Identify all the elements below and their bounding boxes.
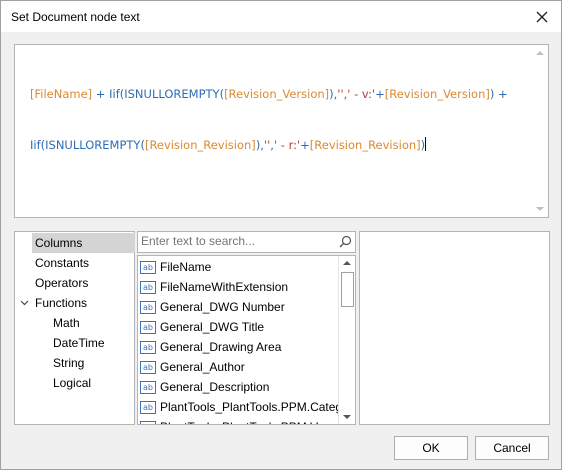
expression-token: + bbox=[300, 138, 310, 152]
category-label: Operators bbox=[35, 276, 89, 290]
column-item-label: FileNameWithExtension bbox=[160, 280, 289, 294]
search-icon[interactable] bbox=[339, 235, 352, 248]
column-item[interactable]: ab PlantTools_PlantTools.PPM.Categ... bbox=[140, 397, 352, 417]
category-label: Math bbox=[53, 316, 80, 330]
column-item-label: PlantTools_PlantTools.PPM.Categ... bbox=[160, 400, 353, 414]
column-item-label: General_Drawing Area bbox=[160, 340, 282, 354]
editor-scrollbar[interactable] bbox=[532, 45, 548, 217]
column-item[interactable]: ab General_Description bbox=[140, 377, 335, 397]
category-label: Constants bbox=[35, 256, 90, 270]
expression-token: Iif( bbox=[30, 138, 46, 152]
cancel-button[interactable]: Cancel bbox=[475, 436, 549, 460]
expression-text[interactable]: [FileName] + Iif(ISNULLOREMPTY([Revision… bbox=[30, 52, 525, 188]
column-item-label: General_DWG Number bbox=[160, 300, 285, 314]
expression-token: ' - r:' bbox=[273, 138, 301, 152]
category-label: String bbox=[53, 356, 85, 370]
category-item-columns[interactable]: Columns bbox=[32, 233, 135, 253]
expression-token: ' - v:' bbox=[347, 87, 376, 101]
description-panel bbox=[359, 231, 550, 425]
column-item-label: General_Description bbox=[160, 380, 270, 394]
close-button[interactable] bbox=[529, 5, 555, 29]
category-item-constants[interactable]: Constants bbox=[35, 253, 89, 273]
scroll-down-arrow-icon[interactable] bbox=[343, 415, 351, 419]
expression-token: ) + bbox=[489, 87, 508, 101]
text-field-icon: ab bbox=[140, 361, 156, 374]
scroll-up-arrow-icon[interactable] bbox=[343, 261, 351, 265]
columns-list-scrollbar[interactable] bbox=[338, 256, 355, 424]
expression-token: ISNULLOREMPTY( bbox=[45, 138, 145, 152]
column-item-label: General_DWG Title bbox=[160, 320, 265, 334]
expression-token: ), bbox=[255, 138, 264, 152]
category-item-math[interactable]: Math bbox=[53, 313, 80, 333]
expression-token: Iif( bbox=[109, 87, 125, 101]
ok-button[interactable]: OK bbox=[394, 436, 468, 460]
category-label: Functions bbox=[35, 296, 88, 310]
category-label: Logical bbox=[53, 376, 92, 390]
expression-line-1: [FileName] + Iif(ISNULLOREMPTY([Revision… bbox=[30, 86, 525, 103]
expression-line-2: Iif(ISNULLOREMPTY([Revision_Revision]),'… bbox=[30, 137, 525, 154]
column-item[interactable]: ab General_DWG Title bbox=[140, 317, 335, 337]
expression-token: [Revision_Version] bbox=[384, 87, 490, 101]
category-item-operators[interactable]: Operators bbox=[35, 273, 88, 293]
title-bar: Set Document node text bbox=[1, 1, 561, 32]
text-field-icon: ab bbox=[140, 341, 156, 354]
close-icon bbox=[536, 11, 548, 23]
column-item[interactable]: ab FileName bbox=[140, 257, 335, 277]
expression-token: ISNULLOREMPTY( bbox=[124, 87, 225, 101]
scroll-down-arrow-icon[interactable] bbox=[536, 207, 544, 211]
category-item-logical[interactable]: Logical bbox=[53, 373, 91, 393]
expression-token: [Revision_Revision] bbox=[309, 138, 421, 152]
text-field-icon: ab bbox=[140, 301, 156, 314]
expression-token: [FileName] bbox=[30, 87, 93, 101]
expression-editor[interactable]: [FileName] + Iif(ISNULLOREMPTY([Revision… bbox=[14, 44, 549, 218]
column-item[interactable]: ab PlantTools_PlantTools.PPM.Vers... bbox=[140, 417, 344, 424]
expression-token: + bbox=[92, 87, 110, 101]
column-item[interactable]: ab General_DWG Number bbox=[140, 297, 335, 317]
column-item[interactable]: ab FileNameWithExtension bbox=[140, 277, 335, 297]
columns-list[interactable]: ab FileName ab FileNameWithExtension ab Gener… bbox=[137, 255, 356, 425]
column-item[interactable]: ab General_Drawing Area bbox=[140, 337, 335, 357]
search-box[interactable] bbox=[137, 231, 356, 253]
category-item-string[interactable]: String bbox=[53, 353, 84, 373]
column-item[interactable]: ab General_Author bbox=[140, 357, 335, 377]
expression-token: + bbox=[375, 87, 385, 101]
text-caret bbox=[425, 137, 427, 151]
category-item-functions[interactable]: Functions bbox=[20, 293, 88, 313]
expression-token: [Revision_Revision] bbox=[144, 138, 256, 152]
text-field-icon: ab bbox=[140, 321, 156, 334]
scroll-up-arrow-icon[interactable] bbox=[536, 51, 544, 55]
category-label: Columns bbox=[35, 236, 83, 250]
text-field-icon: ab bbox=[140, 421, 156, 424]
category-label: DateTime bbox=[53, 336, 105, 350]
column-item-label: General_Author bbox=[160, 360, 245, 374]
search-input[interactable] bbox=[141, 233, 331, 249]
category-tree[interactable]: Columns Constants Operators Functions Math Da… bbox=[14, 231, 135, 425]
dialog-title: Set Document node text bbox=[11, 10, 140, 24]
scrollbar-thumb[interactable] bbox=[341, 272, 354, 307]
text-field-icon: ab bbox=[140, 401, 156, 414]
text-field-icon: ab bbox=[140, 381, 156, 394]
set-document-node-text-dialog: Set Document node text [FileName] + Iif(… bbox=[0, 0, 562, 470]
text-field-icon: ab bbox=[140, 281, 156, 294]
text-field-icon: ab bbox=[140, 261, 156, 274]
expression-token: [Revision_Version] bbox=[224, 87, 330, 101]
chevron-down-icon[interactable] bbox=[20, 293, 29, 319]
category-item-datetime[interactable]: DateTime bbox=[53, 333, 105, 353]
column-item-label: PlantTools_PlantTools.PPM.Vers... bbox=[160, 417, 344, 424]
column-item-label: FileName bbox=[160, 260, 212, 274]
